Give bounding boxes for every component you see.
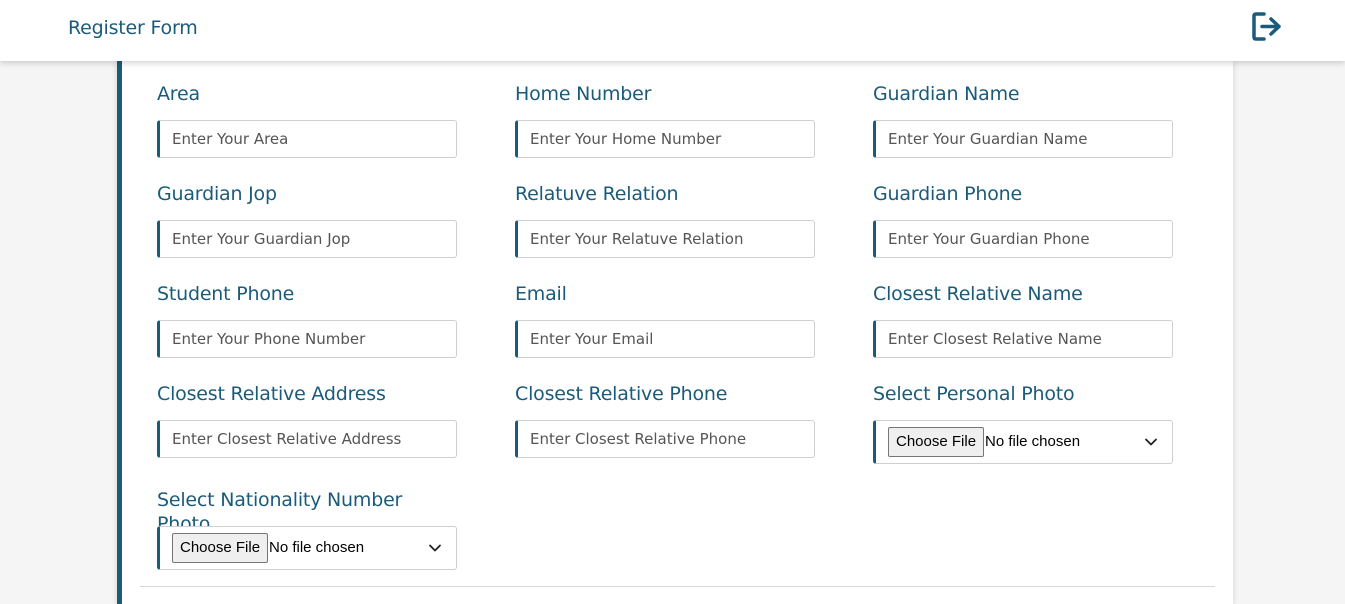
closest-relative-name-input[interactable] (873, 320, 1173, 358)
relative-relation-input[interactable] (515, 220, 815, 258)
guardian-phone-field-group: Guardian Phone (873, 182, 1173, 258)
closest-relative-phone-field-group: Closest Relative Phone (515, 382, 815, 458)
choose-file-button[interactable]: Choose File (888, 427, 985, 457)
email-field-group: Email (515, 282, 815, 358)
logout-icon[interactable] (1251, 11, 1284, 42)
guardian-name-label: Guardian Name (873, 83, 1020, 105)
closest-relative-name-label: Closest Relative Name (873, 283, 1083, 305)
nationality-photo-label: Select Nationality Number Photo (157, 489, 403, 535)
student-phone-label: Student Phone (157, 283, 295, 305)
student-phone-field-group: Student Phone (157, 282, 457, 358)
relative-relation-field-group: Relatuve Relation (515, 182, 815, 258)
nationality-photo-field-group: Select Nationality Number Photo Choose F… (157, 488, 457, 570)
nationality-photo-file-input[interactable]: Choose File No file chosen (157, 526, 457, 570)
guardian-phone-input[interactable] (873, 220, 1173, 258)
guardian-name-field-group: Guardian Name (873, 82, 1173, 158)
closest-relative-name-field-group: Closest Relative Name (873, 282, 1173, 358)
guardian-phone-label: Guardian Phone (873, 183, 1023, 205)
choose-file-button[interactable]: Choose File (172, 533, 269, 563)
home-number-input[interactable] (515, 120, 815, 158)
area-label: Area (157, 83, 200, 105)
closest-relative-phone-label: Closest Relative Phone (515, 383, 728, 405)
closest-relative-address-input[interactable] (157, 420, 457, 458)
brand-title[interactable]: Register Form (68, 17, 198, 39)
chevron-down-icon (429, 544, 441, 552)
form-divider (140, 586, 1215, 587)
personal-photo-field-group: Select Personal Photo Choose File No fil… (873, 382, 1173, 464)
closest-relative-address-label: Closest Relative Address (157, 383, 386, 405)
file-status-text: No file chosen (985, 433, 1081, 450)
area-input[interactable] (157, 120, 457, 158)
chevron-down-icon (1145, 438, 1157, 446)
file-status-text: No file chosen (269, 539, 365, 556)
guardian-job-input[interactable] (157, 220, 457, 258)
closest-relative-phone-input[interactable] (515, 420, 815, 458)
home-number-label: Home Number (515, 83, 652, 105)
home-number-field-group: Home Number (515, 82, 815, 158)
relative-relation-label: Relatuve Relation (515, 183, 679, 205)
email-label: Email (515, 283, 567, 305)
closest-relative-address-field-group: Closest Relative Address (157, 382, 457, 458)
top-navbar: Register Form (0, 0, 1345, 61)
student-phone-input[interactable] (157, 320, 457, 358)
email-input[interactable] (515, 320, 815, 358)
personal-photo-file-input[interactable]: Choose File No file chosen (873, 420, 1173, 464)
area-field-group: Area (157, 82, 457, 158)
personal-photo-label: Select Personal Photo (873, 383, 1075, 405)
guardian-name-input[interactable] (873, 120, 1173, 158)
guardian-job-label: Guardian Jop (157, 183, 277, 205)
guardian-job-field-group: Guardian Jop (157, 182, 457, 258)
